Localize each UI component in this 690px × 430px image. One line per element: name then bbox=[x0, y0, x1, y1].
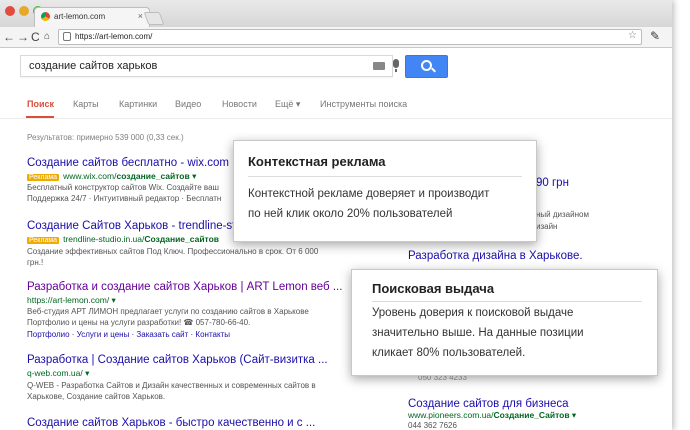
result-snippet: Бесплатный конструктор сайтов Wix. Созда… bbox=[27, 183, 219, 192]
result-snippet: Создание эффективных сайтов Под Ключ. Пр… bbox=[27, 247, 319, 256]
tab-images[interactable]: Картинки bbox=[119, 99, 157, 109]
lock-icon bbox=[63, 32, 71, 41]
callout-text: кликает 80% пользователей. bbox=[372, 347, 526, 359]
home-icon[interactable]: ⌂ bbox=[44, 29, 50, 45]
minimize-traffic-light-icon[interactable] bbox=[19, 6, 29, 16]
search-icon bbox=[421, 60, 432, 71]
result-url[interactable]: https://art-lemon.com/ ▾ bbox=[27, 295, 116, 306]
callout-text: Уровень доверия к поисковой выдаче bbox=[372, 307, 574, 319]
callout-title: Поисковая выдача bbox=[372, 281, 495, 296]
right-ad-title[interactable]: Создание сайтов для бизнеса bbox=[408, 398, 569, 410]
result-stats: Результатов: примерно 539 000 (0,33 сек.… bbox=[27, 133, 184, 142]
divider bbox=[0, 118, 672, 119]
search-input[interactable]: создание сайтов харьков bbox=[20, 55, 399, 77]
right-ad-price[interactable]: 90 грн bbox=[536, 177, 569, 189]
reload-icon[interactable]: C bbox=[31, 29, 40, 45]
result-title[interactable]: Создание сайтов бесплатно - wix.com bbox=[27, 157, 229, 169]
callout-text: Контекстной рекламе доверяет и производи… bbox=[248, 188, 490, 200]
close-traffic-light-icon[interactable] bbox=[5, 6, 15, 16]
search-query[interactable]: создание сайтов харьков bbox=[29, 60, 157, 72]
wrench-icon[interactable]: ✎ bbox=[650, 29, 660, 43]
callout-context-ads: Контекстная реклама Контекстной рекламе … bbox=[233, 140, 537, 242]
right-ad-url[interactable]: www.pioneers.com.ua/Создание_Сайтов ▾ bbox=[408, 410, 576, 421]
callout-divider bbox=[372, 301, 642, 302]
result-title[interactable]: Разработка | Создание сайтов Харьков (Са… bbox=[27, 354, 328, 366]
result-snippet: Поддержка 24/7 · Интуитивный редактор · … bbox=[27, 194, 222, 203]
tab-title: art-lemon.com bbox=[54, 12, 106, 21]
right-ad-title[interactable]: Разработка дизайна в Харькове. bbox=[408, 250, 583, 262]
browser-tab[interactable]: art-lemon.com × bbox=[34, 7, 150, 28]
forward-arrow-icon[interactable]: → bbox=[17, 29, 29, 45]
back-arrow-icon[interactable]: ← bbox=[3, 29, 15, 45]
ad-badge: Реклама bbox=[27, 174, 60, 181]
tab-news[interactable]: Новости bbox=[222, 99, 257, 109]
result-snippet: Веб-студия АРТ ЛИМОН предлагает услуги п… bbox=[27, 307, 309, 316]
result-url[interactable]: Реклама trendline-studio.in.ua/Создание_с… bbox=[27, 234, 219, 244]
address-url[interactable]: https://art-lemon.com/ bbox=[75, 32, 152, 41]
close-tab-icon[interactable]: × bbox=[138, 11, 143, 21]
keyboard-icon[interactable] bbox=[373, 62, 385, 70]
ad-badge: Реклама bbox=[27, 237, 60, 244]
address-bar[interactable]: https://art-lemon.com/ ☆ bbox=[58, 29, 642, 45]
right-ad-snippet: изайн bbox=[536, 222, 558, 231]
tab-video[interactable]: Видео bbox=[175, 99, 201, 109]
right-ad-phone: 044 362 7626 bbox=[408, 421, 457, 430]
browser-toolbar: ← → C ⌂ https://art-lemon.com/ ☆ ✎ bbox=[0, 27, 672, 48]
result-snippet: Харькове, Создание сайтов Харьков. bbox=[27, 392, 166, 401]
search-button[interactable] bbox=[405, 55, 448, 78]
result-title[interactable]: Создание Сайтов Харьков - trendline-stud… bbox=[27, 220, 257, 232]
tab-strip: art-lemon.com × bbox=[0, 0, 672, 28]
tab-maps[interactable]: Карты bbox=[73, 99, 99, 109]
right-ad-snippet: ный дизайном bbox=[536, 210, 589, 219]
result-snippet: Портфолио и цены на услуги разработки! ☎… bbox=[27, 318, 251, 327]
tab-search-tools[interactable]: Инструменты поиска bbox=[320, 99, 407, 109]
callout-title: Контекстная реклама bbox=[248, 154, 386, 169]
callout-search-results: Поисковая выдача Уровень доверия к поиск… bbox=[351, 269, 658, 376]
result-snippet: грн.! bbox=[27, 258, 44, 267]
result-url[interactable]: q-web.com.ua/ ▾ bbox=[27, 368, 89, 379]
result-url[interactable]: Реклама www.wix.com/создание_сайтов ▾ bbox=[27, 171, 196, 182]
sitelinks[interactable]: Портфолио · Услуги и цены · Заказать сай… bbox=[27, 330, 230, 339]
microphone-icon[interactable] bbox=[393, 59, 399, 72]
new-tab-button[interactable] bbox=[143, 12, 165, 25]
tab-search[interactable]: Поиск bbox=[27, 99, 54, 109]
result-title[interactable]: Создание сайтов Харьков - быстро качеств… bbox=[27, 417, 315, 429]
favicon-icon bbox=[41, 12, 50, 21]
callout-text: по ней клик около 20% пользователей bbox=[248, 208, 453, 220]
callout-text: значительно выше. На данные позиции bbox=[372, 327, 584, 339]
result-snippet: Q-WEB - Разработка Сайтов и Дизайн качес… bbox=[27, 381, 316, 390]
star-icon[interactable]: ☆ bbox=[628, 30, 637, 41]
tab-more[interactable]: Ещё ▾ bbox=[275, 99, 300, 110]
callout-divider bbox=[248, 176, 522, 177]
result-title[interactable]: Разработка и создание сайтов Харьков | A… bbox=[27, 281, 342, 293]
